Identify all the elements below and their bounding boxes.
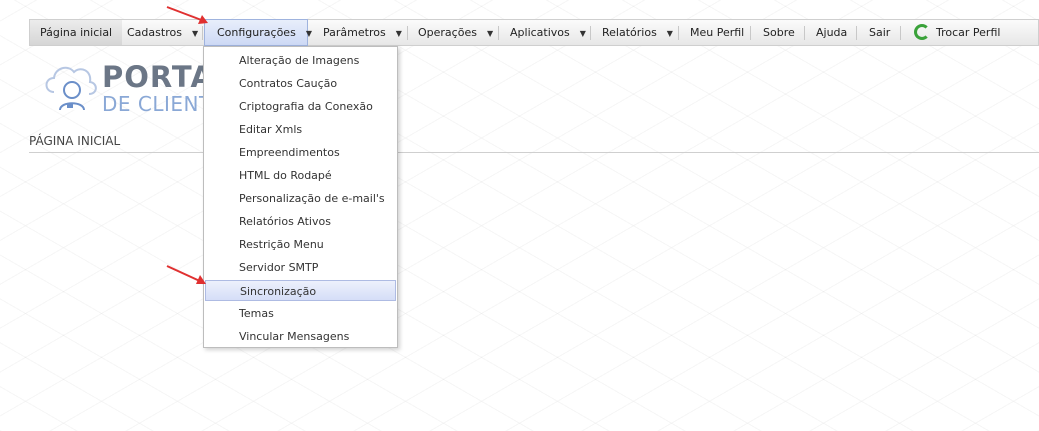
dropdown-item-editar-xmls[interactable]: Editar Xmls: [205, 119, 396, 140]
refresh-icon: [914, 24, 930, 40]
menu-sobre-label: Sobre: [763, 26, 795, 39]
dropdown-item-empreendimentos[interactable]: Empreendimentos: [205, 142, 396, 163]
page-title: PÁGINA INICIAL: [29, 134, 121, 148]
menu-separator: [202, 26, 203, 40]
menu-trocar-perfil-label: Trocar Perfil: [936, 26, 1001, 39]
dropdown-item-html-rodape[interactable]: HTML do Rodapé: [205, 165, 396, 186]
menu-aplicativos[interactable]: Aplicativos ▼: [510, 20, 586, 45]
dropdown-item-criptografia-conexao[interactable]: Criptografia da Conexão: [205, 96, 396, 117]
dropdown-item-restricao-menu[interactable]: Restrição Menu: [205, 234, 396, 255]
chevron-down-icon: ▼: [666, 29, 673, 38]
chevron-down-icon: ▼: [395, 29, 402, 38]
cloud-user-icon: [45, 66, 97, 111]
menu-ajuda-label: Ajuda: [816, 26, 848, 39]
divider: [29, 152, 1039, 153]
menu-home-label: Página inicial: [40, 26, 113, 39]
menu-separator: [407, 26, 408, 40]
menu-sair[interactable]: Sair: [869, 20, 890, 45]
menu-trocar-perfil[interactable]: Trocar Perfil: [914, 20, 1000, 45]
chevron-down-icon: ▼: [579, 29, 586, 38]
menu-relatorios[interactable]: Relatórios ▼: [602, 20, 673, 45]
dropdown-item-vincular-mensagens[interactable]: Vincular Mensagens: [205, 326, 396, 347]
dropdown-item-personalizacao-emails[interactable]: Personalização de e-mail's: [205, 188, 396, 209]
dropdown-item-servidor-smtp[interactable]: Servidor SMTP: [205, 257, 396, 278]
menu-operacoes[interactable]: Operações ▼: [418, 20, 493, 45]
dropdown-item-sincronizacao[interactable]: Sincronização: [205, 280, 396, 301]
annotation-arrow-icon: [166, 6, 208, 24]
chevron-down-icon: ▼: [305, 29, 312, 38]
logo-subtitle: DE CLIENT: [102, 92, 212, 116]
menu-relatorios-label: Relatórios: [602, 26, 657, 39]
menu-separator: [750, 26, 751, 40]
menu-configuracoes-label: Configurações: [217, 26, 296, 39]
menu-operacoes-label: Operações: [418, 26, 477, 39]
menu-sair-label: Sair: [869, 26, 891, 39]
menu-aplicativos-label: Aplicativos: [510, 26, 570, 39]
menu-home[interactable]: Página inicial: [30, 20, 123, 45]
menu-separator: [590, 26, 591, 40]
menu-parametros[interactable]: Parâmetros ▼: [323, 20, 402, 45]
menu-ajuda[interactable]: Ajuda: [816, 20, 847, 45]
menu-separator: [900, 26, 901, 40]
portal-logo: PORTA DE CLIENT: [40, 58, 220, 118]
menu-separator: [678, 26, 679, 40]
menu-separator: [856, 26, 857, 40]
menu-sobre[interactable]: Sobre: [763, 20, 795, 45]
logo-title: PORTA: [102, 60, 214, 94]
menu-meu-perfil-label: Meu Perfil: [690, 26, 745, 39]
chevron-down-icon: ▼: [191, 29, 199, 38]
configuracoes-dropdown: Alteração de Imagens Contratos Caução Crip…: [203, 46, 398, 348]
menu-parametros-label: Parâmetros: [323, 26, 386, 39]
chevron-down-icon: ▼: [486, 29, 494, 38]
menu-separator: [804, 26, 805, 40]
dropdown-item-contratos-caucao[interactable]: Contratos Caução: [205, 73, 396, 94]
menu-configuracoes[interactable]: Configurações ▼: [204, 19, 312, 46]
annotation-arrow-icon: [166, 265, 206, 284]
menu-separator: [498, 26, 499, 40]
menu-meu-perfil[interactable]: Meu Perfil: [690, 20, 744, 45]
dropdown-item-relatorios-ativos[interactable]: Relatórios Ativos: [205, 211, 396, 232]
dropdown-item-alteracao-imagens[interactable]: Alteração de Imagens: [205, 50, 396, 71]
dropdown-item-temas[interactable]: Temas: [205, 303, 396, 324]
